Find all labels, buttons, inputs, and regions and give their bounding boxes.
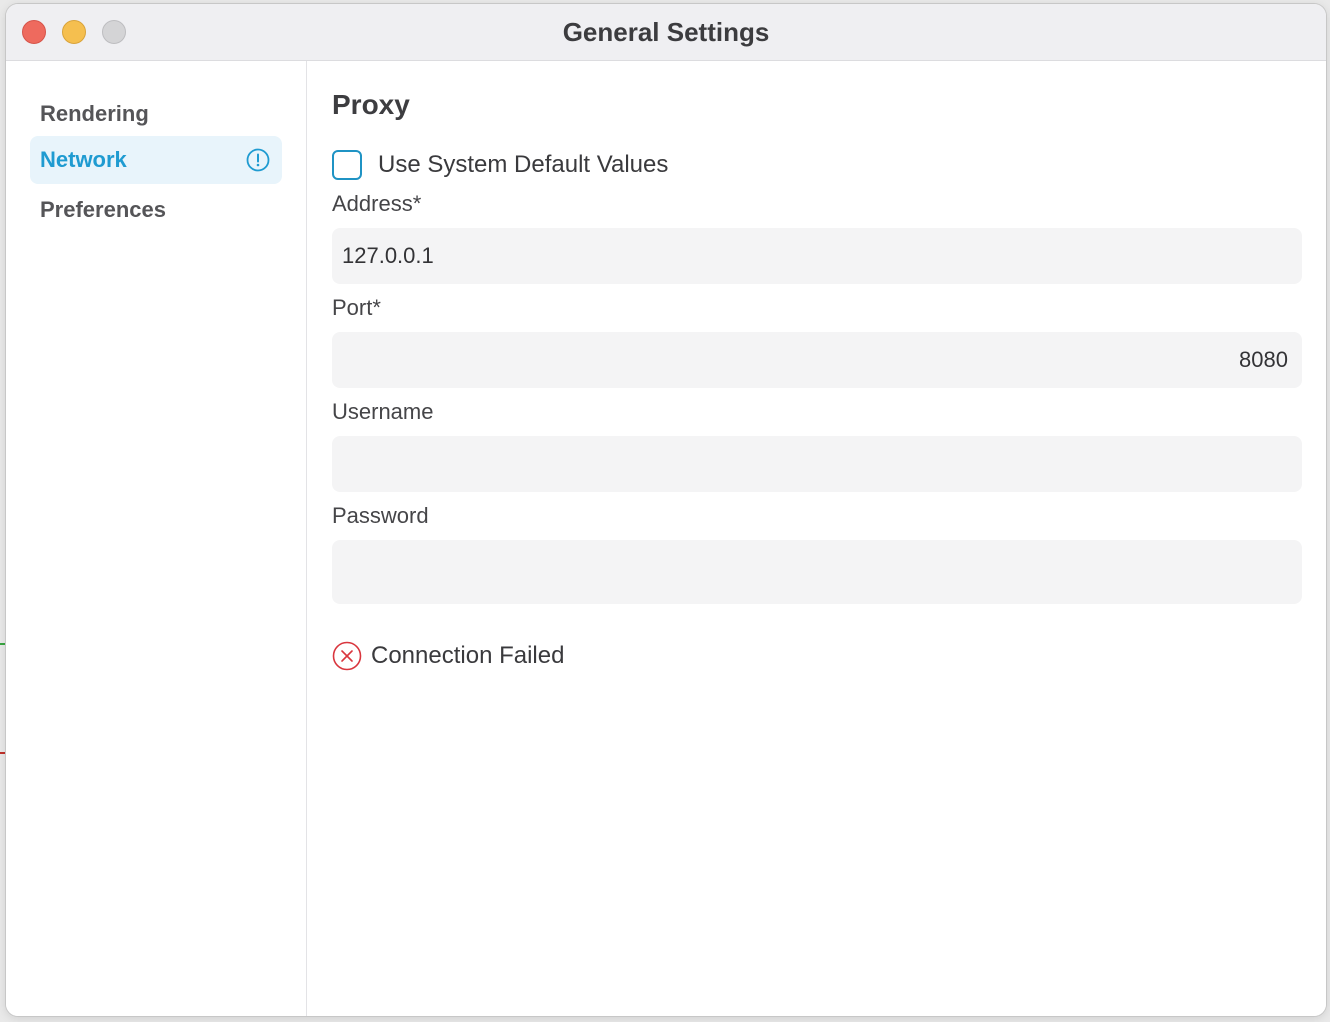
sidebar-item-label: Network [40,147,127,172]
window-title: General Settings [562,17,770,47]
address-field[interactable] [332,228,1302,284]
password-label: Password [332,503,429,528]
address-label: Address* [332,191,422,216]
settings-window: General Settings Rendering Network Prefe… [6,4,1326,1016]
sidebar-item-rendering[interactable]: Rendering [30,90,282,138]
close-window-button[interactable] [22,20,46,44]
exclamation-circle-icon [246,148,270,172]
sidebar-item-network[interactable]: Network [30,136,282,184]
x-circle-icon [332,641,362,671]
sidebar-item-preferences[interactable]: Preferences [30,186,282,234]
username-label: Username [332,399,434,424]
minimize-window-button[interactable] [62,20,86,44]
sidebar-item-label: Rendering [40,101,149,126]
use-system-defaults-label[interactable]: Use System Default Values [378,151,668,179]
proxy-panel: Proxy Use System Default Values Address*… [307,61,1326,1016]
password-field[interactable] [332,540,1302,604]
connection-status: Connection Failed [332,639,564,673]
section-title: Proxy [332,89,410,120]
username-field[interactable] [332,436,1302,492]
title-bar[interactable]: General Settings [6,4,1326,61]
use-system-defaults-checkbox[interactable] [332,150,362,180]
zoom-window-button[interactable] [102,20,126,44]
status-text: Connection Failed [371,642,565,669]
sidebar: Rendering Network Preferences [6,61,307,1016]
port-label: Port* [332,295,381,320]
port-field[interactable] [332,332,1302,388]
use-system-defaults-row[interactable]: Use System Default Values [332,149,668,181]
sidebar-item-label: Preferences [40,197,166,222]
